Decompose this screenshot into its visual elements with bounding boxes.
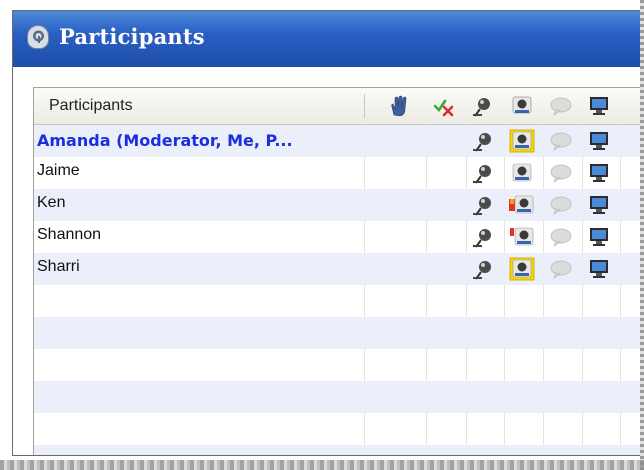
desktop-share-icon[interactable] [586,129,612,153]
webcam-recording-icon[interactable] [509,225,535,249]
empty-row [34,381,643,413]
microphone-icon[interactable] [470,193,496,217]
participant-name: Ken [37,194,66,211]
participant-rows: Amanda (Moderator, Me, P... Jaime Ken Sh… [34,125,643,455]
participant-row[interactable]: Sharri [34,253,643,285]
approve-deny-icon[interactable] [432,95,458,117]
participants-grid: Participants Amanda (Moderator, Me, P...… [33,87,643,455]
webcam-recording-icon[interactable] [509,193,535,217]
participant-name: Amanda (Moderator, Me, P... [37,131,293,150]
chat-icon[interactable] [548,193,574,217]
microphone-icon[interactable] [470,225,496,249]
empty-row [34,445,643,455]
content-area: Participants Amanda (Moderator, Me, P...… [13,67,643,455]
grid-header: Participants [34,88,643,125]
participant-row[interactable]: Shannon [34,221,643,253]
torn-edge-bottom [0,460,644,470]
participant-name: Shannon [37,226,102,243]
chat-icon[interactable] [548,225,574,249]
chat-icon[interactable] [548,257,574,281]
webcam-icon[interactable] [509,161,535,185]
desktop-share-icon[interactable] [586,161,612,185]
chat-icon[interactable] [548,95,574,117]
microphone-icon[interactable] [470,161,496,185]
webcam-icon[interactable] [509,95,535,117]
webcam-icon[interactable] [509,129,535,153]
title-bar: Participants [13,11,643,67]
desktop-share-icon[interactable] [586,95,612,117]
participant-name: Sharri [37,258,80,275]
microphone-icon[interactable] [470,95,496,117]
desktop-share-icon[interactable] [586,225,612,249]
chat-icon[interactable] [548,129,574,153]
desktop-share-icon[interactable] [586,193,612,217]
microphone-icon[interactable] [470,257,496,281]
participant-name: Jaime [37,162,80,179]
empty-row [34,349,643,381]
torn-edge-right [640,0,644,470]
chat-icon[interactable] [548,161,574,185]
participant-row[interactable]: Amanda (Moderator, Me, P... [34,125,643,157]
window-title: Participants [59,24,205,49]
participant-row[interactable]: Ken [34,189,643,221]
participants-panel: Participants Participants Amanda (Modera… [12,10,644,456]
webcam-icon[interactable] [509,257,535,281]
empty-row [34,413,643,445]
header-separator [364,94,365,118]
participant-row[interactable]: Jaime [34,157,643,189]
empty-row [34,317,643,349]
desktop-share-icon[interactable] [586,257,612,281]
raise-hand-icon[interactable] [386,95,412,117]
empty-row [34,285,643,317]
participants-column-header[interactable]: Participants [49,97,133,115]
microphone-icon[interactable] [470,129,496,153]
participants-app-icon [27,25,49,49]
